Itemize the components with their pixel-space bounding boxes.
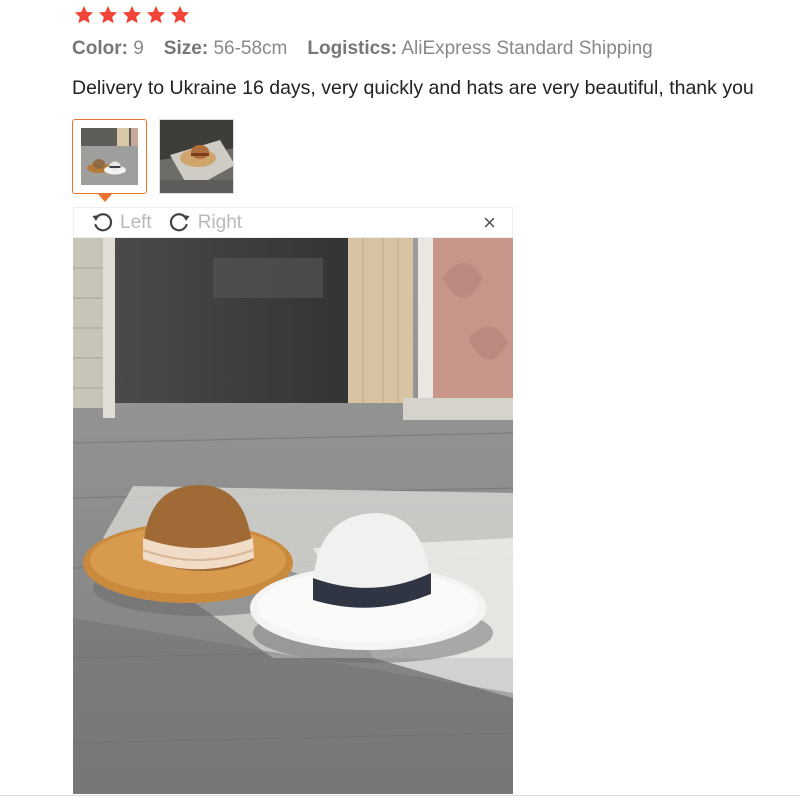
logistics-info: Logistics: AliExpress Standard Shipping: [307, 38, 653, 59]
divider: [0, 795, 800, 796]
rotate-right-label: Right: [197, 211, 243, 233]
selected-thumbnail-caret: [98, 194, 112, 202]
color-info: Color: 9: [72, 38, 144, 59]
rotate-left-label: Left: [120, 211, 152, 233]
review-thumbnail-2[interactable]: [159, 119, 234, 194]
image-viewer-toolbar: Left Right ×: [73, 207, 513, 238]
hat-photo: [73, 238, 513, 794]
review-thumbnail-1[interactable]: [72, 119, 147, 194]
size-info: Size: 56-58cm: [163, 38, 288, 59]
review-text: Delivery to Ukraine 16 days, very quickl…: [72, 77, 754, 99]
star-icon: [98, 5, 118, 24]
star-icon: [170, 5, 190, 24]
review-photo: [73, 238, 513, 794]
rotate-left-icon: [92, 212, 113, 231]
hat-photo-thumbnail-icon: [160, 120, 233, 193]
star-icon: [146, 5, 166, 24]
rotate-right-button[interactable]: Right: [168, 211, 242, 235]
star-rating: [73, 4, 191, 26]
review-meta: Color: 9 Size: 56-58cm Logistics: AliExp…: [72, 38, 653, 60]
rotate-right-icon: [169, 212, 190, 231]
hat-photo-thumbnail-icon: [81, 128, 138, 185]
close-viewer-button[interactable]: ×: [483, 211, 496, 235]
star-icon: [74, 5, 94, 24]
star-icon: [122, 5, 142, 24]
rotate-left-button[interactable]: Left: [90, 211, 152, 235]
close-icon: ×: [483, 210, 496, 235]
